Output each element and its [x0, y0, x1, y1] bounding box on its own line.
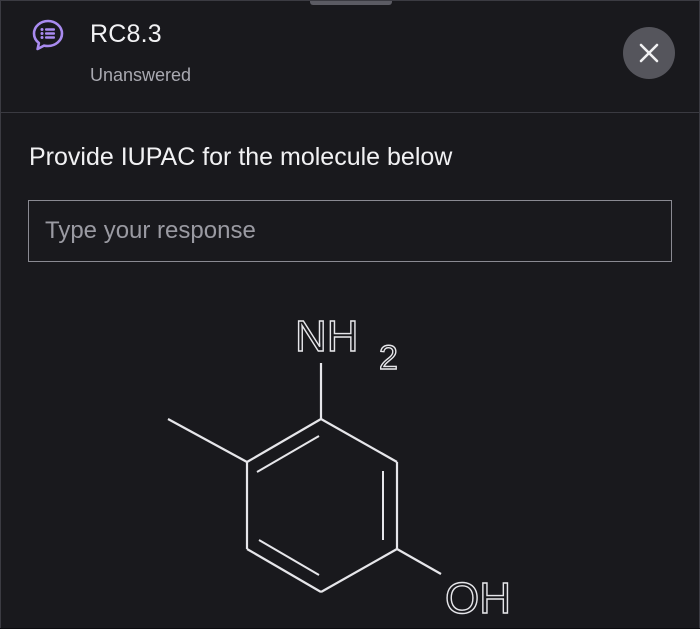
- question-header: RC8.3 Unanswered: [1, 1, 699, 112]
- molecule-structure: NH 2 OH: [167, 311, 512, 624]
- chat-bubble-list-icon: [31, 18, 65, 52]
- ring-bond: [320, 548, 398, 593]
- amine-subscript: 2: [379, 339, 398, 377]
- response-field[interactable]: [28, 200, 672, 262]
- amine-label: NH: [295, 312, 359, 361]
- double-bond: [256, 435, 320, 473]
- question-status: Unanswered: [90, 65, 192, 85]
- methyl-bond: [167, 418, 248, 463]
- response-input[interactable]: [29, 201, 671, 261]
- header-divider: [1, 112, 699, 113]
- question-title: RC8.3: [90, 20, 162, 48]
- question-sheet: RC8.3 Unanswered Provide IUPAC for the m…: [0, 0, 700, 628]
- question-prompt: Provide IUPAC for the molecule below: [29, 143, 453, 171]
- hydroxyl-label: OH: [445, 574, 511, 623]
- close-icon: [639, 43, 659, 63]
- ring-bond: [320, 418, 398, 463]
- double-bond: [258, 539, 320, 576]
- hydroxyl-bond: [396, 548, 442, 575]
- close-button[interactable]: [623, 27, 675, 79]
